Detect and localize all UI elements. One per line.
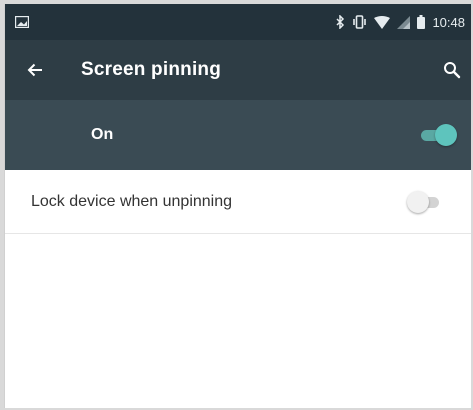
toolbar: Screen pinning bbox=[5, 40, 471, 100]
toggle-thumb bbox=[407, 190, 429, 213]
master-switch-label: On bbox=[91, 126, 114, 143]
lock-device-toggle[interactable] bbox=[407, 190, 445, 214]
bluetooth-icon bbox=[336, 15, 345, 29]
battery-icon bbox=[417, 15, 426, 29]
image-notification-icon bbox=[15, 16, 29, 28]
preference-label: Lock device when unpinning bbox=[31, 192, 233, 210]
clock: 10:48 bbox=[432, 14, 465, 30]
screen-pinning-toggle[interactable] bbox=[419, 123, 457, 147]
vibrate-icon bbox=[352, 15, 367, 29]
master-switch-bar[interactable]: On bbox=[5, 100, 471, 170]
signal-icon bbox=[397, 15, 411, 29]
preference-lock-device[interactable]: Lock device when unpinning bbox=[5, 170, 471, 234]
wifi-icon bbox=[374, 15, 391, 29]
app-screen: 10:48 Screen pinning On Lock device when… bbox=[4, 4, 471, 408]
search-icon[interactable] bbox=[443, 61, 461, 79]
toggle-thumb bbox=[435, 124, 457, 146]
page-title: Screen pinning bbox=[81, 59, 222, 80]
arrow-left-icon[interactable] bbox=[27, 63, 43, 77]
status-bar: 10:48 bbox=[5, 4, 471, 40]
